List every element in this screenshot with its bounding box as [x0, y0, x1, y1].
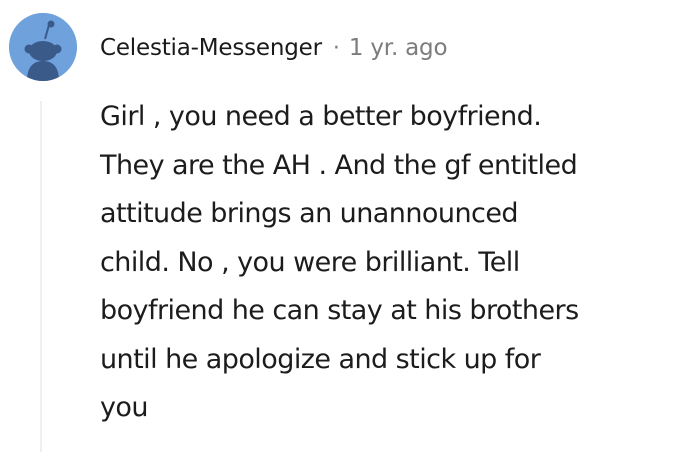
comment-body: Girl , you need a better boyfriend. They…: [100, 93, 698, 433]
comment-body-line: They are the AH . And the gf entitled: [100, 149, 578, 181]
comment-body-line: until he apologize and stick up for: [100, 343, 541, 375]
comment-timestamp[interactable]: 1 yr. ago: [349, 35, 448, 61]
comment-body-line: child. No , you were brilliant. Tell: [100, 246, 520, 278]
comment: Celestia-Messenger · 1 yr. ago Girl , yo…: [0, 0, 700, 452]
comment-body-line: you: [100, 392, 149, 423]
comment-meta: Celestia-Messenger · 1 yr. ago: [100, 31, 448, 65]
meta-separator: ·: [332, 35, 340, 61]
thread-collapse-line[interactable]: [40, 101, 42, 452]
comment-body-line: boyfriend he can stay at his brothers: [100, 295, 579, 326]
snoo-avatar-icon: [9, 13, 77, 81]
comment-body-line: Girl , you need a better boyfriend.: [100, 101, 542, 132]
avatar[interactable]: [9, 13, 77, 81]
comment-body-line: attitude brings an unannounced: [100, 198, 519, 229]
author-name[interactable]: Celestia-Messenger: [100, 35, 322, 61]
